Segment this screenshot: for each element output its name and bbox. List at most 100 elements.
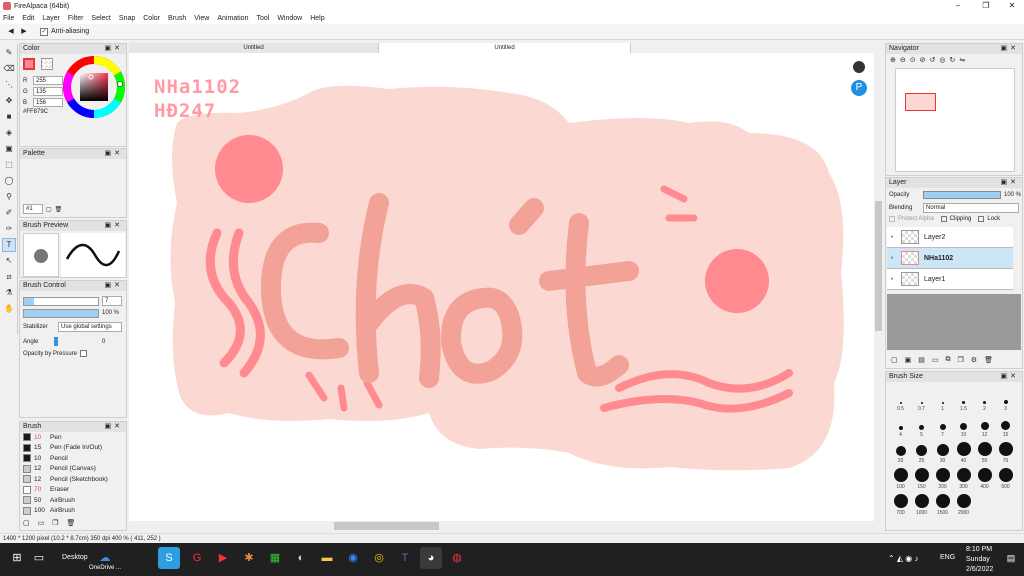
brush-size-cell[interactable]: 400 [974, 464, 995, 490]
brush-size-cell[interactable]: 25 [911, 438, 932, 464]
dot-tool-icon[interactable]: ⋱ [2, 78, 16, 92]
new-palette-icon[interactable]: ▢ [46, 206, 52, 213]
menu-select[interactable]: Select [91, 15, 110, 22]
lock-checkbox[interactable] [978, 216, 985, 222]
layer-row-selected[interactable]: ● NHa1102 [887, 248, 1013, 269]
brush-size-cell[interactable]: 150 [911, 464, 932, 490]
rotate-left-icon[interactable]: ↺ [930, 56, 936, 64]
eraser-tool-icon[interactable]: ⌫ [2, 62, 16, 76]
brush-list-item[interactable]: 12 Pencil (Sketchbook) [20, 474, 126, 485]
flip-icon[interactable]: ⇋ [959, 56, 965, 64]
background-color-swatch[interactable] [41, 58, 53, 70]
brush-list-item[interactable]: 10 Pencil [20, 453, 126, 464]
hand-tool-icon[interactable]: ✋ [2, 302, 16, 316]
brush-size-cell[interactable]: 1000 [911, 490, 932, 516]
chrome-icon[interactable]: ◎ [368, 547, 390, 569]
delete-palette-icon[interactable]: 🗑 [55, 206, 63, 213]
pen-tool-icon[interactable]: ✎ [2, 46, 16, 60]
task-view-icon[interactable]: ▭ [28, 547, 50, 569]
menu-animation[interactable]: Animation [217, 15, 248, 22]
brush-list-item[interactable]: 15 Pen (Fade In/Out) [20, 443, 126, 454]
browser-icon[interactable]: ◍ [446, 547, 468, 569]
navigator-preview[interactable] [895, 68, 1015, 172]
brush-size-cell[interactable]: 2 [974, 386, 995, 412]
brush-size-cell[interactable]: 10 [953, 412, 974, 438]
wifi-app-icon[interactable]: ✱ [238, 547, 260, 569]
brush-size-cell[interactable]: 7 [932, 412, 953, 438]
zoom-out-icon[interactable]: ⊖ [900, 56, 906, 64]
brush-size-cell[interactable]: 300 [953, 464, 974, 490]
b-input[interactable]: 156 [33, 98, 63, 107]
layer-settings-icon[interactable]: ⚙ [971, 356, 977, 364]
rotate-reset-icon[interactable]: ◎ [939, 56, 945, 64]
new-layer-icon[interactable]: ▢ [891, 356, 898, 364]
excel-icon[interactable]: ▦ [264, 547, 286, 569]
bucket-tool-icon[interactable]: ◈ [2, 126, 16, 140]
firealpaca-taskbar-icon[interactable]: ◕ [420, 547, 442, 569]
new-1bit-layer-icon[interactable]: ▤ [918, 356, 925, 364]
vertical-scrollbar[interactable] [874, 53, 883, 521]
protect-alpha-checkbox[interactable] [889, 216, 895, 222]
brush-list-item[interactable]: 100 AirBrush [20, 506, 126, 517]
layer-row[interactable]: ● Layer2 [887, 227, 1013, 248]
menu-file[interactable]: File [3, 15, 14, 22]
move-tool-icon[interactable]: ✥ [2, 94, 16, 108]
clock-time[interactable]: 8:10 PM [966, 546, 992, 553]
brush-list-item[interactable]: 10 Pen [20, 432, 126, 443]
add-brush-icon[interactable]: ▢ [23, 519, 30, 527]
select-eraser-icon[interactable]: ✑ [2, 222, 16, 236]
zoom-icon[interactable]: ◉ [342, 547, 364, 569]
system-tray-icons[interactable]: ⌃ ◭ ◉ ♪ [888, 554, 919, 563]
drawing-canvas[interactable]: NHa1102 HĐ247 P [129, 53, 874, 521]
color-wheel[interactable] [62, 55, 126, 119]
panel-controls-icon[interactable]: ▣✕ [1001, 372, 1019, 382]
brush-size-cell[interactable]: 15 [995, 412, 1016, 438]
foreground-color-swatch[interactable] [23, 58, 35, 70]
text-tool-icon[interactable]: T [2, 238, 16, 252]
zoom-actual-icon[interactable]: ⊘ [920, 56, 926, 64]
brush-size-cell[interactable]: 3 [995, 386, 1016, 412]
brush-size-cell[interactable]: 1 [932, 386, 953, 412]
clipping-checkbox[interactable] [940, 216, 947, 222]
menu-color[interactable]: Color [143, 15, 160, 22]
video-app-icon[interactable]: ▶ [212, 547, 234, 569]
brush-size-slider[interactable] [23, 297, 99, 306]
menu-tool[interactable]: Tool [256, 15, 269, 22]
brush-list-item[interactable]: 50 AirBrush [20, 495, 126, 506]
lasso-tool-icon[interactable]: ◯ [2, 174, 16, 188]
brush-size-cell[interactable]: 0.5 [890, 386, 911, 412]
menu-view[interactable]: View [194, 15, 209, 22]
brush-size-cell[interactable]: 30 [932, 438, 953, 464]
menu-window[interactable]: Window [277, 15, 302, 22]
layer-row[interactable]: ● Layer1 [887, 269, 1013, 290]
photos-icon[interactable]: ◐ [290, 547, 312, 569]
brush-size-cell[interactable]: 12 [974, 412, 995, 438]
brush-list-item[interactable]: 12 Pencil (Canvas) [20, 464, 126, 475]
g-input[interactable]: 135 [33, 87, 63, 96]
file-explorer-icon[interactable]: ▬ [316, 547, 338, 569]
app-icon-g[interactable]: G [186, 547, 208, 569]
alpaca-avatar-icon[interactable] [851, 59, 867, 75]
maximize-button[interactable]: ❐ [975, 0, 997, 12]
stabilizer-select[interactable]: Use global settings [58, 322, 122, 332]
panel-controls-icon[interactable]: ▣✕ [105, 149, 123, 159]
opacity-pressure-checkbox[interactable] [80, 350, 87, 357]
visibility-icon[interactable]: ● [887, 255, 897, 261]
copy-brush-icon[interactable]: ❐ [52, 519, 58, 527]
desktop-label[interactable]: Desktop [62, 554, 88, 561]
teams-icon[interactable]: T [394, 547, 416, 569]
gradient-tool-icon[interactable]: ▣ [2, 142, 16, 156]
zoom-fit-icon[interactable]: ⊙ [910, 56, 916, 64]
zoom-in-icon[interactable]: ⊕ [890, 56, 896, 64]
brush-size-cell[interactable]: 1500 [932, 490, 953, 516]
menu-help[interactable]: Help [310, 15, 324, 22]
brush-size-cell[interactable]: 500 [995, 464, 1016, 490]
palette-select[interactable]: #1 [23, 204, 43, 214]
visibility-icon[interactable]: ● [887, 234, 897, 240]
divide-tool-icon[interactable]: ⧄ [2, 270, 16, 284]
folder-brush-icon[interactable]: ▭ [38, 519, 45, 527]
panel-controls-icon[interactable]: ▣✕ [105, 44, 123, 54]
menu-edit[interactable]: Edit [22, 15, 34, 22]
rotate-right-icon[interactable]: ↻ [949, 56, 955, 64]
antialias-checkbox[interactable]: ✓ [40, 27, 48, 36]
